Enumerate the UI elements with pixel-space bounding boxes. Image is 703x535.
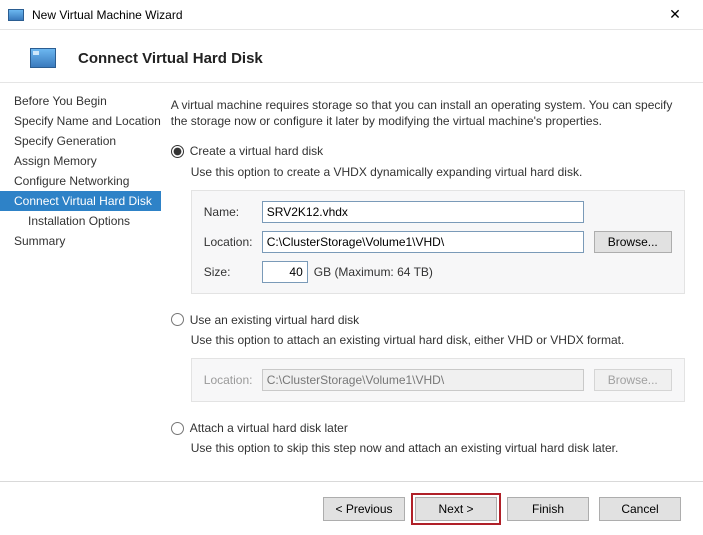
create-vhd-form: Name: Location: Browse... Size: GB (Maxi… <box>191 190 685 294</box>
step-summary[interactable]: Summary <box>0 231 161 251</box>
option-attach-later-desc: Use this option to skip this step now an… <box>191 440 685 456</box>
close-button[interactable]: ✕ <box>655 1 695 29</box>
next-button[interactable]: Next > <box>415 497 497 521</box>
size-suffix: GB (Maximum: 64 TB) <box>314 264 433 280</box>
option-use-existing[interactable]: Use an existing virtual hard disk <box>171 312 685 328</box>
option-create-vhd-label: Create a virtual hard disk <box>190 143 323 159</box>
wizard-body: Before You Begin Specify Name and Locati… <box>0 83 703 481</box>
option-attach-later-label: Attach a virtual hard disk later <box>190 420 348 436</box>
cancel-button[interactable]: Cancel <box>599 497 681 521</box>
intro-text: A virtual machine requires storage so th… <box>171 97 685 129</box>
step-installation-options[interactable]: Installation Options <box>0 211 161 231</box>
wizard-header: Connect Virtual Hard Disk <box>0 30 703 83</box>
location-input[interactable] <box>262 231 584 253</box>
finish-button[interactable]: Finish <box>507 497 589 521</box>
option-use-existing-desc: Use this option to attach an existing vi… <box>191 332 685 348</box>
page-title: Connect Virtual Hard Disk <box>78 50 263 67</box>
radio-create-vhd[interactable] <box>171 145 184 158</box>
wizard-footer: < Previous Next > Finish Cancel <box>0 481 703 535</box>
step-specify-name-location[interactable]: Specify Name and Location <box>0 111 161 131</box>
size-label: Size: <box>204 264 262 280</box>
option-use-existing-label: Use an existing virtual hard disk <box>190 312 359 328</box>
app-icon <box>8 9 24 21</box>
radio-attach-later[interactable] <box>171 422 184 435</box>
name-input[interactable] <box>262 201 584 223</box>
window-title: New Virtual Machine Wizard <box>32 8 655 22</box>
existing-location-label: Location: <box>204 372 262 388</box>
step-assign-memory[interactable]: Assign Memory <box>0 151 161 171</box>
monitor-icon <box>30 48 56 68</box>
step-configure-networking[interactable]: Configure Networking <box>0 171 161 191</box>
wizard-content: A virtual machine requires storage so th… <box>161 83 703 481</box>
existing-browse-button: Browse... <box>594 369 672 391</box>
browse-button[interactable]: Browse... <box>594 231 672 253</box>
existing-location-input <box>262 369 584 391</box>
title-bar: New Virtual Machine Wizard ✕ <box>0 0 703 30</box>
name-label: Name: <box>204 204 262 220</box>
previous-button[interactable]: < Previous <box>323 497 405 521</box>
step-connect-virtual-hard-disk[interactable]: Connect Virtual Hard Disk <box>0 191 161 211</box>
step-before-you-begin[interactable]: Before You Begin <box>0 91 161 111</box>
option-create-vhd-desc: Use this option to create a VHDX dynamic… <box>191 164 685 180</box>
size-input[interactable] <box>262 261 308 283</box>
use-existing-form: Location: Browse... <box>191 358 685 402</box>
radio-use-existing[interactable] <box>171 313 184 326</box>
option-create-vhd[interactable]: Create a virtual hard disk <box>171 143 685 159</box>
close-icon: ✕ <box>669 6 681 23</box>
location-label: Location: <box>204 234 262 250</box>
step-specify-generation[interactable]: Specify Generation <box>0 131 161 151</box>
option-attach-later[interactable]: Attach a virtual hard disk later <box>171 420 685 436</box>
wizard-steps: Before You Begin Specify Name and Locati… <box>0 83 161 481</box>
